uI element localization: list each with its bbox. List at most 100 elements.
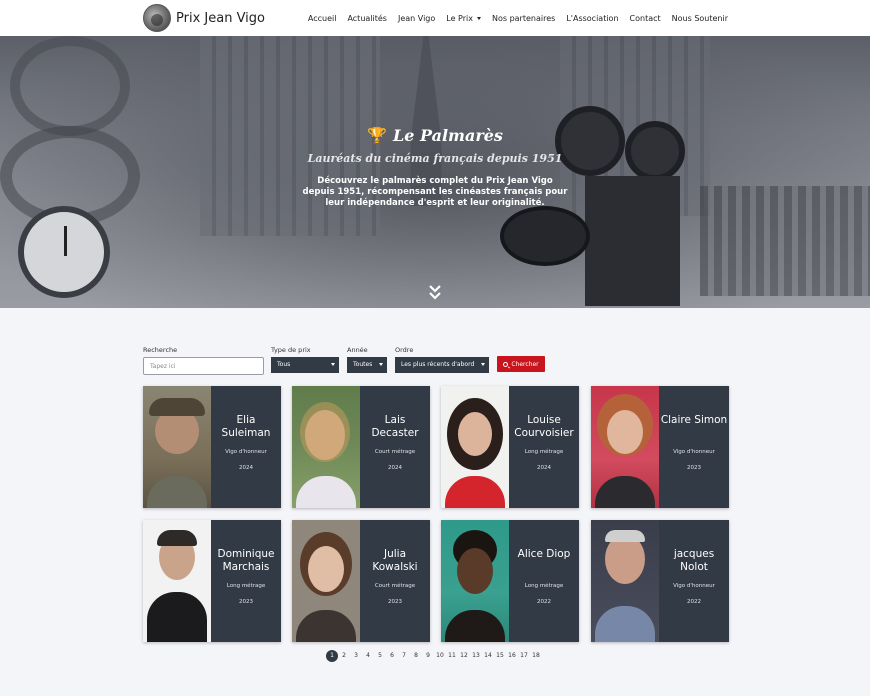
laureate-name: Julia Kowalski: [372, 548, 418, 573]
laureate-card[interactable]: Lais Decaster Court métrage 2024: [292, 386, 430, 508]
laureate-info: Elia Suleiman Vigo d'honneur 2024: [211, 386, 281, 508]
nav-partenaires[interactable]: Nos partenaires: [492, 14, 555, 23]
crowd-illustration: [700, 186, 870, 296]
laureate-info: Alice Diop Long métrage 2022: [509, 520, 579, 642]
page-link-6[interactable]: 6: [386, 650, 398, 662]
page-link-9[interactable]: 9: [422, 650, 434, 662]
laureate-photo: [292, 386, 360, 508]
laureate-info: Dominique Marchais Long métrage 2023: [211, 520, 281, 642]
page-link-5[interactable]: 5: [374, 650, 386, 662]
page-link-7[interactable]: 7: [398, 650, 410, 662]
page-link-14[interactable]: 14: [482, 650, 494, 662]
laureate-category: Court métrage: [374, 449, 416, 455]
laureate-card[interactable]: Elia Suleiman Vigo d'honneur 2024: [143, 386, 281, 508]
order-select[interactable]: Les plus récents d'abord: [395, 357, 489, 373]
hero-title: 🏆 Le Palmarès: [0, 126, 870, 145]
search-button-label: Chercher: [511, 360, 539, 368]
laureate-year: 2023: [687, 465, 701, 471]
chevron-down-icon: [481, 363, 485, 366]
laureate-card[interactable]: Alice Diop Long métrage 2022: [441, 520, 579, 642]
film-reel-illustration: [10, 36, 130, 136]
page-link-2[interactable]: 2: [338, 650, 350, 662]
clock-illustration: [18, 206, 110, 298]
page-link-1[interactable]: 1: [326, 650, 338, 662]
laureate-year: 2022: [537, 599, 551, 605]
year-select-value: Toutes: [353, 361, 373, 368]
laureate-category: Long métrage: [524, 583, 564, 589]
order-select-value: Les plus récents d'abord: [401, 361, 475, 368]
hero-subtitle: Lauréats du cinéma français depuis 1951: [307, 152, 563, 165]
trophy-icon: 🏆: [367, 126, 387, 145]
nav-soutenir[interactable]: Nous Soutenir: [672, 14, 728, 23]
laureate-year: 2024: [537, 465, 551, 471]
page-link-3[interactable]: 3: [350, 650, 362, 662]
chevron-down-icon: [379, 363, 383, 366]
laureate-info: jacques Nolot Vigo d'honneur 2022: [659, 520, 729, 642]
filters-bar: Recherche Tapez ici Type de prix Tous An…: [143, 346, 743, 376]
nav-le-prix-label: Le Prix: [446, 13, 473, 23]
laureate-card[interactable]: Dominique Marchais Long métrage 2023: [143, 520, 281, 642]
laureate-category: Vigo d'honneur: [673, 583, 715, 589]
laureate-photo: [591, 520, 659, 642]
nav-jean-vigo[interactable]: Jean Vigo: [398, 14, 435, 23]
main-nav: Accueil Actualités Jean Vigo Le Prix Nos…: [297, 0, 728, 36]
laureate-category: Vigo d'honneur: [225, 449, 267, 455]
laureate-info: Lais Decaster Court métrage 2024: [360, 386, 430, 508]
page-link-18[interactable]: 18: [530, 650, 542, 662]
nav-actualites[interactable]: Actualités: [347, 14, 387, 23]
order-label: Ordre: [395, 346, 414, 354]
search-input[interactable]: Tapez ici: [143, 357, 264, 375]
nav-accueil[interactable]: Accueil: [308, 14, 337, 23]
page-link-11[interactable]: 11: [446, 650, 458, 662]
page-link-13[interactable]: 13: [470, 650, 482, 662]
laureate-card[interactable]: Louise Courvoisier Long métrage 2024: [441, 386, 579, 508]
laureate-name: Lais Decaster: [371, 414, 419, 439]
page-link-16[interactable]: 16: [506, 650, 518, 662]
type-label: Type de prix: [271, 346, 311, 354]
laureate-year: 2024: [388, 465, 402, 471]
brand-name: Prix Jean Vigo: [176, 10, 265, 26]
page-link-4[interactable]: 4: [362, 650, 374, 662]
laureate-category: Court métrage: [374, 583, 416, 589]
laureate-card[interactable]: Julia Kowalski Court métrage 2023: [292, 520, 430, 642]
laureate-name: Alice Diop: [517, 548, 571, 560]
laureate-category: Long métrage: [524, 449, 564, 455]
hero-description: Découvrez le palmarès complet du Prix Je…: [302, 176, 568, 208]
type-select[interactable]: Tous: [271, 357, 339, 373]
laureate-year: 2024: [239, 465, 253, 471]
page-link-10[interactable]: 10: [434, 650, 446, 662]
laureate-name: Claire Simon: [660, 414, 728, 426]
laureate-year: 2023: [239, 599, 253, 605]
double-chevron-down-icon[interactable]: [428, 284, 442, 302]
laureate-name: jacques Nolot: [673, 548, 715, 573]
page-link-8[interactable]: 8: [410, 650, 422, 662]
page-link-17[interactable]: 17: [518, 650, 530, 662]
nav-association[interactable]: L'Association: [566, 14, 618, 23]
search-icon: [503, 361, 509, 367]
year-select[interactable]: Toutes: [347, 357, 387, 373]
laureate-name: Louise Courvoisier: [514, 414, 574, 439]
nav-le-prix[interactable]: Le Prix: [446, 14, 481, 23]
brand-link[interactable]: Prix Jean Vigo: [143, 4, 265, 32]
laureate-photo: [591, 386, 659, 508]
nav-contact[interactable]: Contact: [630, 14, 661, 23]
search-label: Recherche: [143, 346, 178, 354]
year-label: Année: [347, 346, 368, 354]
logo-icon: [143, 4, 171, 32]
laureate-year: 2023: [388, 599, 402, 605]
laureate-photo: [143, 520, 211, 642]
laureate-photo: [143, 386, 211, 508]
laureate-info: Claire Simon Vigo d'honneur 2023: [659, 386, 729, 508]
type-group: Type de prix Tous: [271, 346, 339, 373]
laureate-card[interactable]: Claire Simon Vigo d'honneur 2023: [591, 386, 729, 508]
page-link-15[interactable]: 15: [494, 650, 506, 662]
laureate-category: Vigo d'honneur: [673, 449, 715, 455]
year-group: Année Toutes: [347, 346, 387, 373]
laureate-name: Dominique Marchais: [217, 548, 275, 573]
laureate-card[interactable]: jacques Nolot Vigo d'honneur 2022: [591, 520, 729, 642]
search-button[interactable]: Chercher: [497, 356, 545, 372]
laureate-category: Long métrage: [226, 583, 266, 589]
page-link-12[interactable]: 12: [458, 650, 470, 662]
laureate-info: Louise Courvoisier Long métrage 2024: [509, 386, 579, 508]
laureate-photo: [441, 386, 509, 508]
